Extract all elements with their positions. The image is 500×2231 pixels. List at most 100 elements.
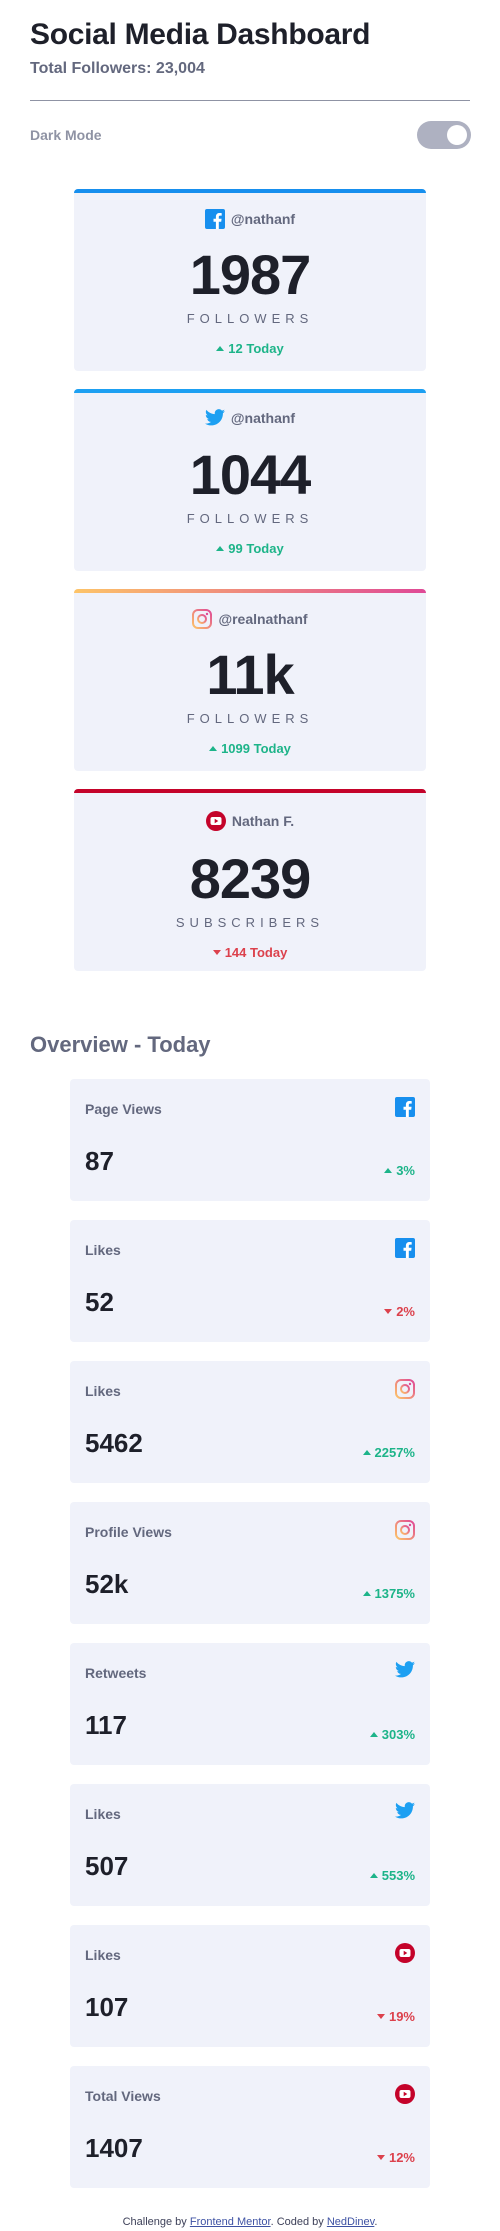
overview-label: Total Views (85, 2088, 161, 2104)
instagram-icon (395, 1520, 415, 1540)
frontend-mentor-link[interactable]: Frontend Mentor (190, 2216, 271, 2228)
overview-card[interactable]: Page Views 87 3% (70, 1079, 430, 1201)
toggle-knob[interactable] (447, 125, 467, 145)
daily-change-text: 99 Today (228, 541, 284, 556)
overview-change-text: 303% (381, 1727, 415, 1742)
daily-change: 144 Today (74, 945, 426, 960)
arrow-up-icon (369, 1873, 378, 1879)
overview-change-text: 3% (396, 1163, 415, 1178)
youtube-icon (395, 1943, 415, 1963)
card-accent-bar (74, 189, 426, 193)
daily-change: 12 Today (74, 341, 426, 356)
facebook-icon (204, 209, 225, 229)
footer-middle: . Coded by (270, 2216, 327, 2228)
card-handle-row: @realnathanf (74, 609, 426, 629)
overview-value: 107 (85, 1992, 129, 2022)
overview-card[interactable]: Likes 52 2% (70, 1220, 430, 1342)
card-handle: Nathan F. (231, 813, 295, 829)
footer-suffix: . (374, 2216, 378, 2228)
overview-value: 5462 (85, 1428, 143, 1458)
overview-card[interactable]: Profile Views 52k 1375% (70, 1502, 430, 1624)
follower-card-twitter[interactable]: @nathanf 1044 FOLLOWERS 99 Today (74, 389, 426, 571)
overview-card[interactable]: Total Views 1407 12% (70, 2066, 430, 2188)
youtube-icon (395, 2084, 415, 2104)
dark-mode-row: Dark Mode (30, 117, 471, 153)
overview-label: Profile Views (85, 1524, 172, 1540)
twitter-icon (395, 1661, 415, 1681)
dashboard-header: Social Media Dashboard Total Followers: … (30, 18, 470, 78)
overview-value: 87 (85, 1146, 114, 1176)
overview-change-text: 2% (396, 1304, 415, 1319)
facebook-icon (395, 1097, 415, 1117)
overview-label: Likes (85, 1383, 121, 1399)
overview-value: 1407 (85, 2133, 143, 2163)
overview-title: Overview - Today (30, 1032, 211, 1057)
overview-change-text: 12% (388, 2150, 415, 2165)
follower-count: 8239 (189, 847, 312, 910)
arrow-down-icon (376, 2014, 385, 2020)
header-divider (30, 100, 470, 101)
twitter-icon (395, 1802, 415, 1822)
arrow-up-icon (216, 346, 225, 352)
arrow-up-icon (209, 746, 218, 752)
follower-card-instagram[interactable]: @realnathanf 11k FOLLOWERS 1099 Today (74, 589, 426, 771)
arrow-down-icon (212, 950, 221, 956)
youtube-icon (205, 811, 226, 831)
daily-change-text: 1099 Today (221, 741, 291, 756)
dark-mode-label: Dark Mode (30, 127, 102, 143)
overview-change-text: 2257% (374, 1445, 415, 1460)
follower-unit: FOLLOWERS (186, 511, 314, 526)
page-title: Social Media Dashboard (30, 18, 371, 51)
arrow-up-icon (362, 1591, 371, 1597)
facebook-icon (395, 1238, 415, 1258)
follower-card-facebook[interactable]: @nathanf 1987 FOLLOWERS 12 Today (74, 189, 426, 371)
twitter-icon (204, 409, 225, 426)
overview-label: Likes (85, 1242, 121, 1258)
arrow-down-icon (384, 1309, 393, 1315)
overview-change-text: 1375% (374, 1586, 415, 1601)
overview-card[interactable]: Likes 107 19% (70, 1925, 430, 2047)
dark-mode-toggle[interactable] (417, 121, 471, 149)
daily-change-text: 12 Today (228, 341, 284, 356)
overview-value: 52 (85, 1287, 114, 1317)
overview-label: Page Views (85, 1101, 162, 1117)
card-accent-bar (74, 589, 426, 593)
follower-count: 1987 (189, 243, 312, 306)
attribution-footer: Challenge by Frontend Mentor. Coded by N… (0, 2216, 500, 2228)
card-handle-row: @nathanf (74, 409, 426, 426)
arrow-up-icon (384, 1168, 393, 1174)
arrow-up-icon (216, 546, 225, 552)
overview-change: 12% (376, 2150, 415, 2165)
overview-label: Likes (85, 1806, 121, 1822)
card-handle-row: @nathanf (74, 209, 426, 229)
overview-value: 507 (85, 1851, 129, 1881)
overview-value: 117 (85, 1710, 127, 1740)
follower-card-youtube[interactable]: Nathan F. 8239 SUBSCRIBERS 144 Today (74, 789, 426, 971)
overview-label: Likes (85, 1947, 121, 1963)
card-accent-bar (74, 789, 426, 793)
arrow-up-icon (362, 1450, 371, 1456)
card-handle-row: Nathan F. (74, 811, 426, 831)
overview-change: 303% (369, 1727, 415, 1742)
arrow-down-icon (376, 2155, 385, 2161)
overview-value: 52k (85, 1569, 129, 1599)
footer-prefix: Challenge by (122, 2216, 190, 2228)
follower-unit: FOLLOWERS (186, 311, 314, 326)
overview-change: 2257% (362, 1445, 415, 1460)
author-link[interactable]: NedDinev (327, 2216, 375, 2228)
overview-change: 3% (384, 1163, 415, 1178)
daily-change: 1099 Today (74, 741, 426, 756)
overview-card[interactable]: Likes 507 553% (70, 1784, 430, 1906)
card-handle: @nathanf (230, 409, 296, 426)
card-accent-bar (74, 389, 426, 393)
arrow-up-icon (369, 1732, 378, 1738)
card-handle: @nathanf (230, 211, 296, 227)
overview-change-text: 19% (388, 2009, 415, 2024)
daily-change-text: 144 Today (224, 945, 288, 960)
follower-unit: SUBSCRIBERS (175, 915, 325, 930)
overview-card[interactable]: Retweets 117 303% (70, 1643, 430, 1765)
overview-change-text: 553% (381, 1868, 415, 1883)
instagram-icon (192, 609, 213, 629)
overview-change: 1375% (362, 1586, 415, 1601)
overview-card[interactable]: Likes 5462 2257% (70, 1361, 430, 1483)
